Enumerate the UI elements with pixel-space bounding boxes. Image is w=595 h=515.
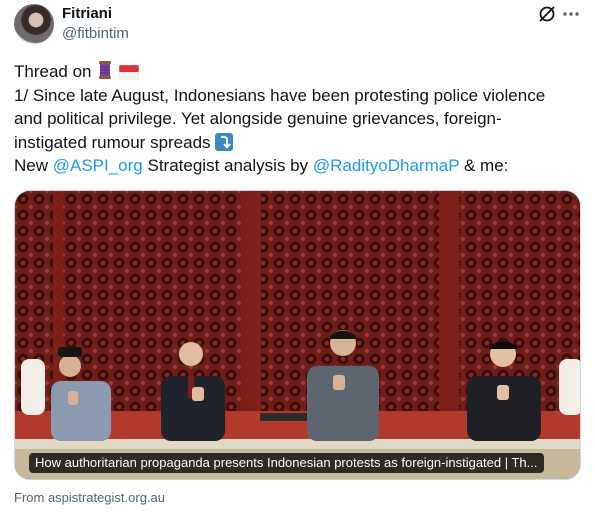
author-avatar[interactable] [14,4,54,44]
spool-of-thread-emoji [99,61,112,79]
author-name[interactable]: Fitriani [62,5,112,22]
tweet-line-5-post: & me: [459,156,509,175]
tweet-line-4: instigated rumour spreads [14,132,211,152]
tweet-line-2: 1/ Since late August, Indonesians have b… [14,85,546,105]
link-card[interactable]: How authoritarian propaganda presents In… [14,190,581,480]
card-caption[interactable]: How authoritarian propaganda presents In… [29,453,544,473]
tweet-line-5-pre: New [14,156,53,175]
indonesia-flag-emoji [118,64,139,80]
tweet-line-3: and political privilege. Yet alongside g… [14,109,502,128]
mention-radityo[interactable]: @RadityoDharmaP [313,156,459,175]
tweet-text: Thread on 1/ Since late August, Indonesi… [14,60,582,178]
arrow-curving-down-emoji [215,132,234,151]
tweet-line-1: Thread on [14,62,92,81]
card-source[interactable]: From aspistrategist.org.au [14,490,165,505]
mention-aspi[interactable]: @ASPI_org [53,156,143,175]
card-image [15,191,580,479]
grok-icon[interactable] [537,4,557,24]
more-dots-icon[interactable] [561,4,581,24]
tweet-line-5-mid: Strategist analysis by [142,156,313,175]
author-handle[interactable]: @fitbintim [62,25,129,42]
